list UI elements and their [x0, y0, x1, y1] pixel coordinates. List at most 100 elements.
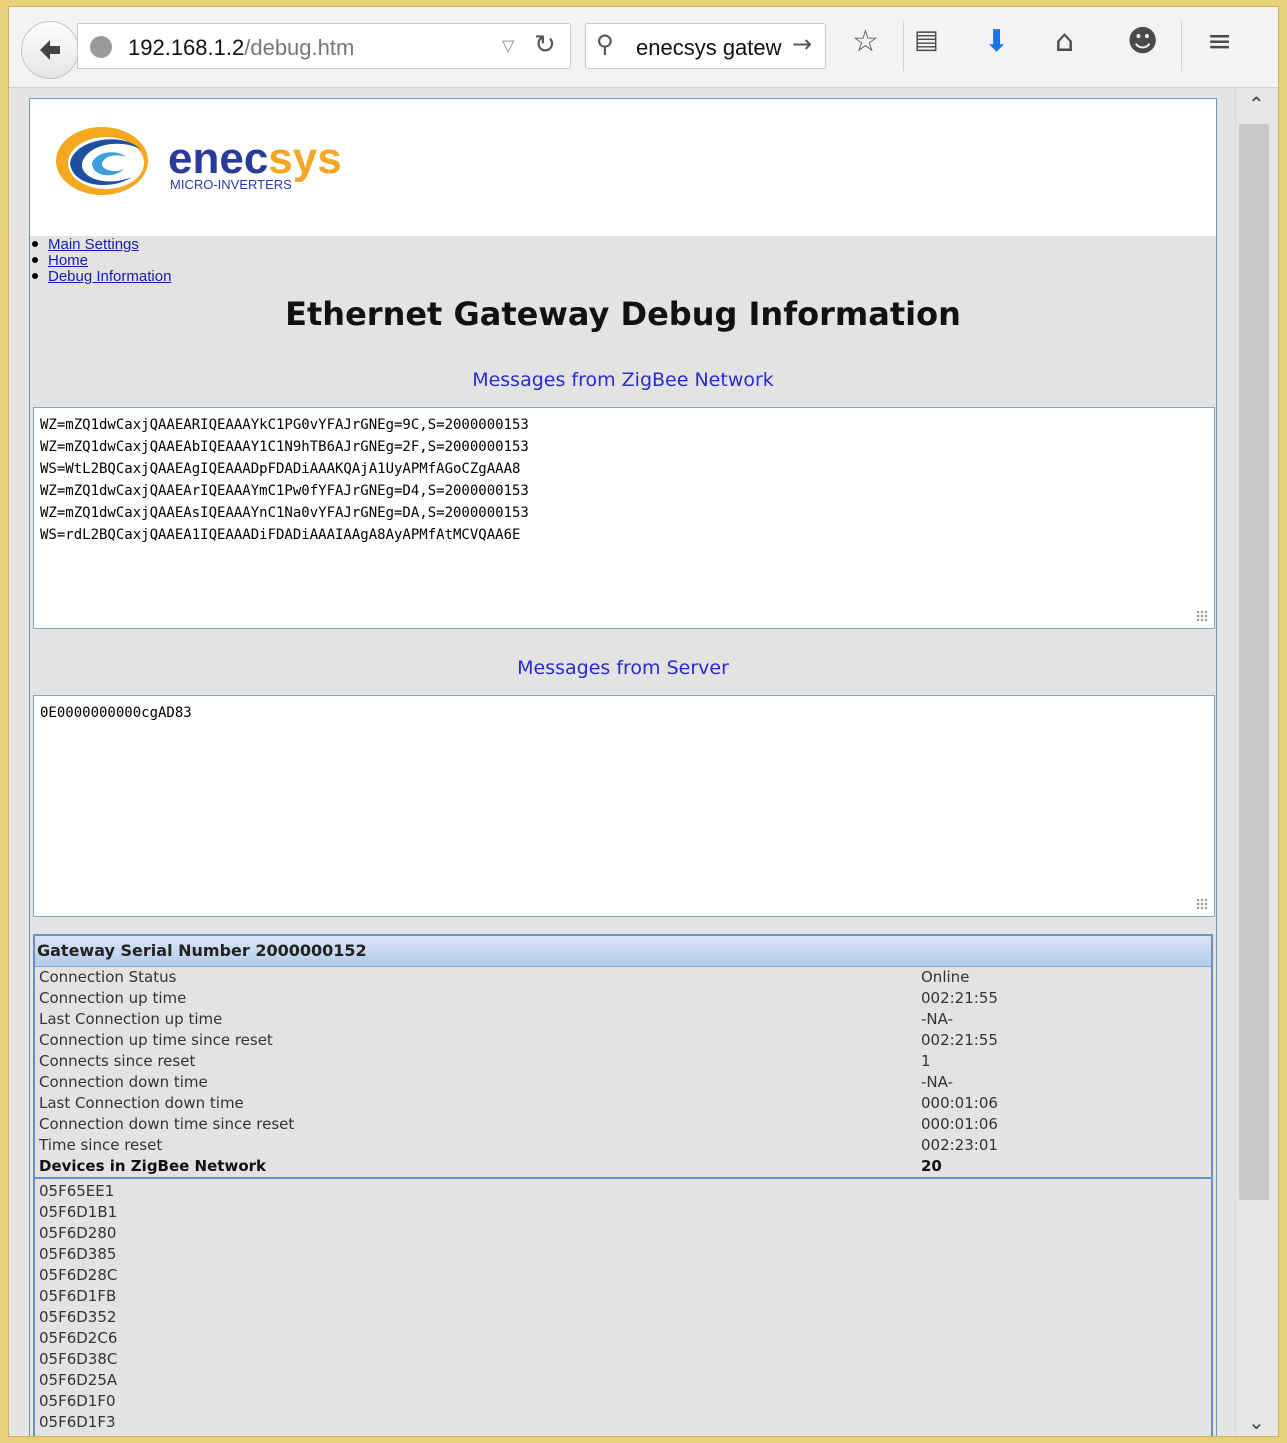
list-item: 05F6D352 [39, 1308, 117, 1326]
list-item: 05F6D280 [39, 1224, 117, 1242]
stats-table: Connection Status Online Connection up ti… [35, 967, 1211, 1177]
svg-text:enecsys: enecsys [168, 134, 342, 183]
logo-brand-main: enec [168, 134, 268, 183]
enecsys-logo: enecsys MICRO-INVERTERS [56, 127, 342, 195]
nav-item: Main Settings [30, 237, 171, 253]
table-row: Last Connection down time 000:01:06 [35, 1093, 1211, 1114]
stat-label: Last Connection down time [39, 1094, 244, 1112]
table-row: Time since reset 002:23:01 [35, 1135, 1211, 1156]
table-row: Last Connection up time -NA- [35, 1009, 1211, 1030]
table-row: Connection Status Online [35, 967, 1211, 988]
zigbee-messages-textarea[interactable]: WZ=mZQ1dwCaxjQAAEARIQEAAAYkC1PG0vYFAJrGN… [33, 407, 1215, 629]
vertical-scrollbar[interactable]: ⌃ ⌄ [1235, 88, 1278, 1436]
stat-label: Connection down time since reset [39, 1115, 295, 1133]
nav-link-home[interactable]: Home [48, 252, 88, 269]
globe-icon [90, 36, 112, 58]
url-bar[interactable]: 192.168.1.2/debug.htm ▽ ↻ [77, 23, 571, 69]
nav-list: Main Settings Home Debug Information [30, 237, 171, 285]
table-row: Connection up time 002:21:55 [35, 988, 1211, 1009]
back-button[interactable] [21, 21, 79, 79]
stat-value: Online [921, 968, 970, 986]
table-row: Connects since reset 1 [35, 1051, 1211, 1072]
stat-value: -NA- [921, 1073, 953, 1091]
search-go-icon[interactable]: → [792, 30, 812, 58]
stat-label: Connection Status [39, 968, 177, 986]
zigbee-line: WZ=mZQ1dwCaxjQAAEAbIQEAAAY1C1N9hTB6AJrGN… [40, 439, 529, 455]
list-item: 05F6D1B1 [39, 1203, 118, 1221]
list-item: 05F65EE1 [39, 1182, 115, 1200]
stat-label: Connects since reset [39, 1052, 196, 1070]
download-icon[interactable]: ⬇ [984, 27, 1009, 57]
dropdown-icon[interactable]: ▽ [502, 36, 514, 55]
zigbee-line: WS=WtL2BQCaxjQAAEAgIQEAAADpFDADiAAAKQAjA… [40, 461, 521, 477]
list-item: 05F6D38C [39, 1350, 118, 1368]
search-icon: ⚲ [596, 30, 614, 58]
stat-value: 002:21:55 [921, 1031, 998, 1049]
list-item: 05F6D1F0 [39, 1392, 116, 1410]
nav-item: Home [30, 253, 171, 269]
table-row: Devices in ZigBee Network 20 [35, 1156, 1211, 1177]
chat-icon[interactable]: ☻ [1127, 27, 1158, 57]
server-messages-label: Messages from Server [517, 657, 729, 679]
browser-toolbar: 192.168.1.2/debug.htm ▽ ↻ ⚲ enecsys gate… [9, 7, 1278, 88]
nav-item: Debug Information [30, 269, 171, 285]
zigbee-line: WZ=mZQ1dwCaxjQAAEAsIQEAAAYnC1Na0vYFAJrGN… [40, 505, 529, 521]
gateway-serial-header: Gateway Serial Number 2000000152 [35, 936, 1211, 967]
stat-value: 000:01:06 [921, 1094, 998, 1112]
zigbee-line: WZ=mZQ1dwCaxjQAAEARIQEAAAYkC1PG0vYFAJrGN… [40, 417, 529, 433]
scroll-down-icon[interactable]: ⌄ [1248, 1410, 1265, 1434]
list-item: 05F6D385 [39, 1245, 117, 1263]
reading-list-icon[interactable]: ▤ [914, 27, 939, 53]
page-viewport: enecsys MICRO-INVERTERS Main Settings Ho… [9, 88, 1235, 1436]
zigbee-line: WS=rdL2BQCaxjQAAEA1IQEAAADiFDADiAAAIAAgA… [40, 527, 521, 543]
stat-value: 002:23:01 [921, 1136, 998, 1154]
toolbar-separator [1181, 21, 1182, 71]
resize-grip-icon[interactable] [1196, 610, 1208, 622]
list-item: 05F6D2C6 [39, 1329, 118, 1347]
page-container: enecsys MICRO-INVERTERS Main Settings Ho… [29, 98, 1217, 1436]
url-text: 192.168.1.2/debug.htm [128, 35, 354, 61]
stat-value: 1 [921, 1052, 931, 1070]
stat-label: Connection down time [39, 1073, 208, 1091]
nav-link-main-settings[interactable]: Main Settings [48, 236, 139, 253]
zigbee-line: WZ=mZQ1dwCaxjQAAEArIQEAAAYmC1Pw0fYFAJrGN… [40, 483, 529, 499]
devices-list: 05F65EE1 05F6D1B1 05F6D280 05F6D385 05F6… [35, 1177, 1211, 1433]
stat-label: Time since reset [39, 1136, 163, 1154]
stat-label: Last Connection up time [39, 1010, 223, 1028]
stat-value: 002:21:55 [921, 989, 998, 1007]
stat-value: -NA- [921, 1010, 953, 1028]
list-item: 05F6D28C [39, 1266, 118, 1284]
list-item: 05F6D25A [39, 1371, 118, 1389]
list-item: 05F6D1FB [39, 1287, 117, 1305]
url-path: /debug.htm [244, 35, 355, 60]
page-title: Ethernet Gateway Debug Information [285, 295, 961, 333]
stat-label: Connection up time [39, 989, 187, 1007]
stat-label: Connection up time since reset [39, 1031, 273, 1049]
table-row: Connection down time -NA- [35, 1072, 1211, 1093]
search-input[interactable]: enecsys gatew [636, 35, 786, 61]
stat-value: 20 [921, 1157, 942, 1175]
home-icon[interactable]: ⌂ [1055, 27, 1074, 57]
zigbee-messages-label: Messages from ZigBee Network [472, 369, 774, 391]
toolbar-separator [903, 21, 904, 71]
bookmark-star-icon[interactable]: ☆ [852, 27, 879, 57]
browser-window: 192.168.1.2/debug.htm ▽ ↻ ⚲ enecsys gate… [8, 6, 1279, 1437]
table-row: Connection up time since reset 002:21:55 [35, 1030, 1211, 1051]
logo-brand-accent: sys [268, 134, 341, 183]
list-item: 05F6D1F3 [39, 1413, 116, 1431]
reload-icon[interactable]: ↻ [534, 30, 556, 60]
url-host: 192.168.1.2 [128, 35, 245, 60]
server-line: 0E0000000000cgAD83 [40, 705, 192, 721]
server-messages-textarea[interactable]: 0E0000000000cgAD83 [33, 695, 1215, 917]
menu-icon[interactable]: ≡ [1207, 27, 1232, 57]
search-bar[interactable]: ⚲ enecsys gatew → [585, 23, 826, 69]
gateway-stats-panel: Gateway Serial Number 2000000152 Connect… [33, 934, 1213, 1436]
scroll-thumb[interactable] [1239, 124, 1269, 1200]
resize-grip-icon[interactable] [1196, 898, 1208, 910]
page-header: enecsys MICRO-INVERTERS [30, 99, 1216, 236]
scroll-up-icon[interactable]: ⌃ [1248, 92, 1265, 116]
logo-tagline: MICRO-INVERTERS [170, 177, 292, 192]
nav-link-debug-information[interactable]: Debug Information [48, 268, 171, 285]
table-row: Connection down time since reset 000:01:0… [35, 1114, 1211, 1135]
stat-value: 000:01:06 [921, 1115, 998, 1133]
